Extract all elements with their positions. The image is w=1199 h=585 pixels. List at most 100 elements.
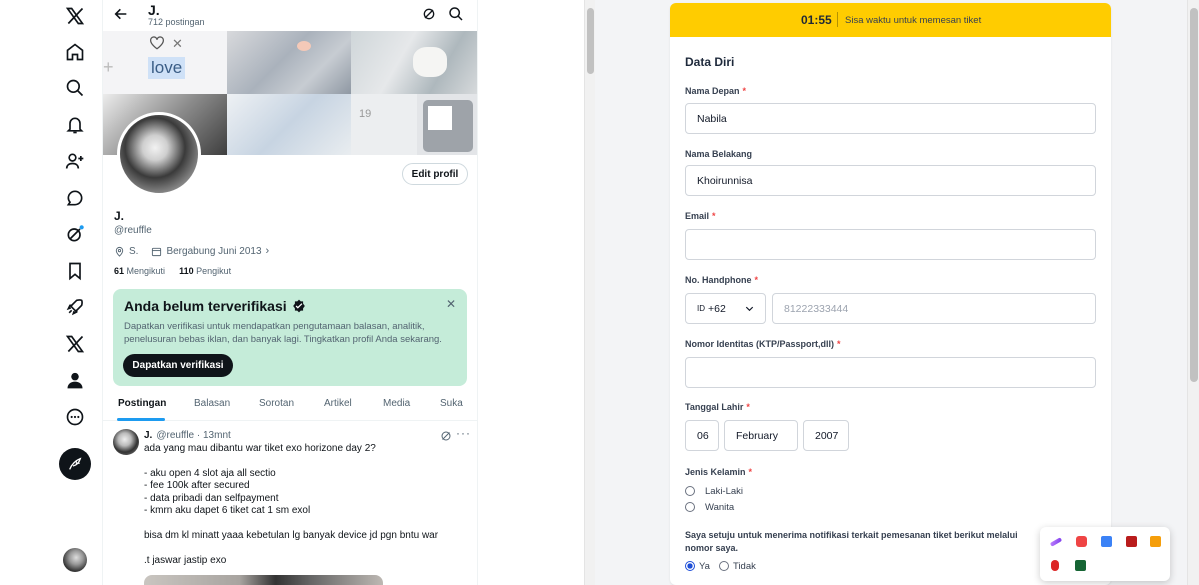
gender-male-radio[interactable] (685, 486, 695, 496)
location-text: S. (129, 245, 139, 257)
more-icon[interactable] (62, 404, 88, 430)
consent-yes-radio[interactable] (685, 561, 695, 571)
tweet[interactable]: J. @reuffle · 13mnt ··· ada yang mau dib… (103, 422, 477, 585)
required-asterisk: * (748, 467, 753, 477)
green-extension-icon[interactable] (1075, 560, 1086, 571)
banner-tile: ✕ + love (103, 31, 227, 94)
tweet-meta: @reuffle · 13mnt (156, 430, 231, 441)
close-icon[interactable]: ✕ (446, 297, 456, 311)
section-title: Data Diri (685, 55, 735, 69)
consent-no-label[interactable]: Tidak (733, 561, 756, 572)
grok-icon[interactable] (421, 6, 437, 22)
tweet-image[interactable] (144, 575, 383, 585)
tab-posts[interactable]: Postingan (118, 398, 166, 409)
countdown-bar: 01:55 Sisa waktu untuk memesan tiket (670, 3, 1111, 37)
tweet-header: J. @reuffle · 13mnt (144, 430, 231, 441)
consent-yes-label[interactable]: Ya (699, 561, 710, 572)
calendar-icon (152, 247, 162, 256)
microphone-extension-icon[interactable] (1051, 560, 1059, 571)
tweet-author[interactable]: J. (144, 430, 152, 441)
tweet-avatar[interactable] (113, 429, 139, 455)
rocket-icon[interactable] (62, 294, 88, 320)
game-extension-icon[interactable] (1076, 536, 1087, 547)
follow-stats: 61 Mengikuti 110 Pengikut (114, 266, 231, 276)
follow-icon[interactable] (62, 148, 88, 174)
verification-description: Dapatkan verifikasi untuk mendapatkan pe… (124, 321, 442, 345)
pen-extension-icon[interactable] (1049, 537, 1063, 547)
phone-label: No. Handphone * (685, 275, 758, 285)
tab-likes[interactable]: Suka (440, 398, 463, 409)
tv-extension-icon[interactable] (1126, 536, 1137, 547)
required-asterisk: * (712, 211, 716, 221)
get-verified-button[interactable]: Dapatkan verifikasi (123, 354, 233, 377)
first-name-label: Nama Depan * (685, 86, 746, 96)
tweet-text-line: .t jaswar jastip exo (144, 555, 227, 566)
plus-icon: + (103, 57, 114, 77)
scrollbar-thumb[interactable] (1190, 8, 1198, 382)
country-code: +62 (708, 302, 726, 315)
account-avatar[interactable] (63, 548, 87, 572)
compose-icon (69, 457, 82, 470)
joined-date: Bergabung Juni 2013 (166, 245, 262, 257)
verified-badge-icon (292, 299, 305, 313)
gender-female-radio[interactable] (685, 502, 695, 512)
monitor-extension-icon[interactable] (1101, 536, 1112, 547)
countdown-timer: 01:55 (801, 13, 832, 27)
id-number-label: Nomor Identitas (KTP/Passport,dll) * (685, 339, 841, 349)
search-icon[interactable] (448, 6, 464, 22)
followers-link[interactable]: 110 Pengikut (179, 266, 231, 276)
notifications-icon[interactable] (62, 112, 88, 138)
chevron-right-icon[interactable]: › (266, 245, 270, 257)
email-field[interactable] (685, 229, 1096, 260)
phone-field[interactable]: 81222333444 (772, 293, 1096, 324)
grok-icon[interactable] (62, 221, 88, 247)
edit-profile-button[interactable]: Edit profil (402, 163, 468, 185)
orange-extension-icon[interactable] (1150, 536, 1161, 547)
tweet-text-line: - kmrn aku dapet 6 tiket cat 1 sm exol (144, 505, 311, 516)
profile-avatar[interactable] (117, 112, 201, 196)
id-number-field[interactable] (685, 357, 1096, 388)
back-arrow-icon[interactable] (113, 6, 129, 22)
countdown-text: Sisa waktu untuk memesan tiket (845, 15, 982, 26)
banner-tile (417, 94, 477, 155)
tab-articles[interactable]: Artikel (324, 398, 352, 409)
dob-label: Tanggal Lahir * (685, 402, 750, 412)
scrollbar-thumb[interactable] (587, 8, 594, 74)
left-scrollbar[interactable] (584, 0, 595, 585)
consent-no-radio[interactable] (719, 561, 729, 571)
compose-button[interactable] (59, 448, 91, 480)
gender-female-label[interactable]: Wanita (705, 502, 734, 513)
required-asterisk: * (837, 339, 841, 349)
blank-area (478, 0, 584, 585)
banner-tile (351, 31, 477, 94)
required-asterisk: * (754, 275, 759, 285)
bookmarks-icon[interactable] (62, 258, 88, 284)
first-name-field[interactable]: Nabila (685, 103, 1096, 134)
country-code-select[interactable]: ID +62 (685, 293, 766, 324)
tweet-text-line: ada yang mau dibantu war tiket exo horiz… (144, 443, 376, 454)
dob-month-select[interactable]: February (724, 420, 798, 451)
x-premium-icon[interactable] (62, 331, 88, 357)
tweet-text-line: - aku open 4 slot aja all sectio (144, 468, 276, 479)
grok-icon[interactable] (440, 430, 452, 442)
right-scrollbar[interactable] (1187, 0, 1199, 585)
profile-icon[interactable] (62, 367, 88, 393)
dob-year-select[interactable]: 2007 (803, 420, 849, 451)
following-link[interactable]: 61 Mengikuti (114, 266, 165, 276)
dob-day-select[interactable]: 06 (685, 420, 719, 451)
header-name: J. (148, 2, 160, 18)
gender-male-label[interactable]: Laki-Laki (705, 486, 743, 497)
following-label: Mengikuti (126, 266, 166, 276)
last-name-field[interactable]: Khoirunnisa (685, 165, 1096, 196)
close-icon: ✕ (172, 36, 183, 51)
x-logo-icon[interactable] (62, 3, 88, 29)
search-icon[interactable] (62, 75, 88, 101)
tab-replies[interactable]: Balasan (194, 398, 230, 409)
more-options-icon[interactable]: ··· (456, 426, 471, 440)
home-icon[interactable] (62, 39, 88, 65)
tab-media[interactable]: Media (383, 398, 410, 409)
messages-icon[interactable] (62, 185, 88, 211)
tab-highlights[interactable]: Sorotan (259, 398, 294, 409)
profile-column: ✕ + love 19 J. 712 postingan Edit profil… (103, 0, 478, 585)
gender-label-text: Jenis Kelamin (685, 467, 746, 477)
